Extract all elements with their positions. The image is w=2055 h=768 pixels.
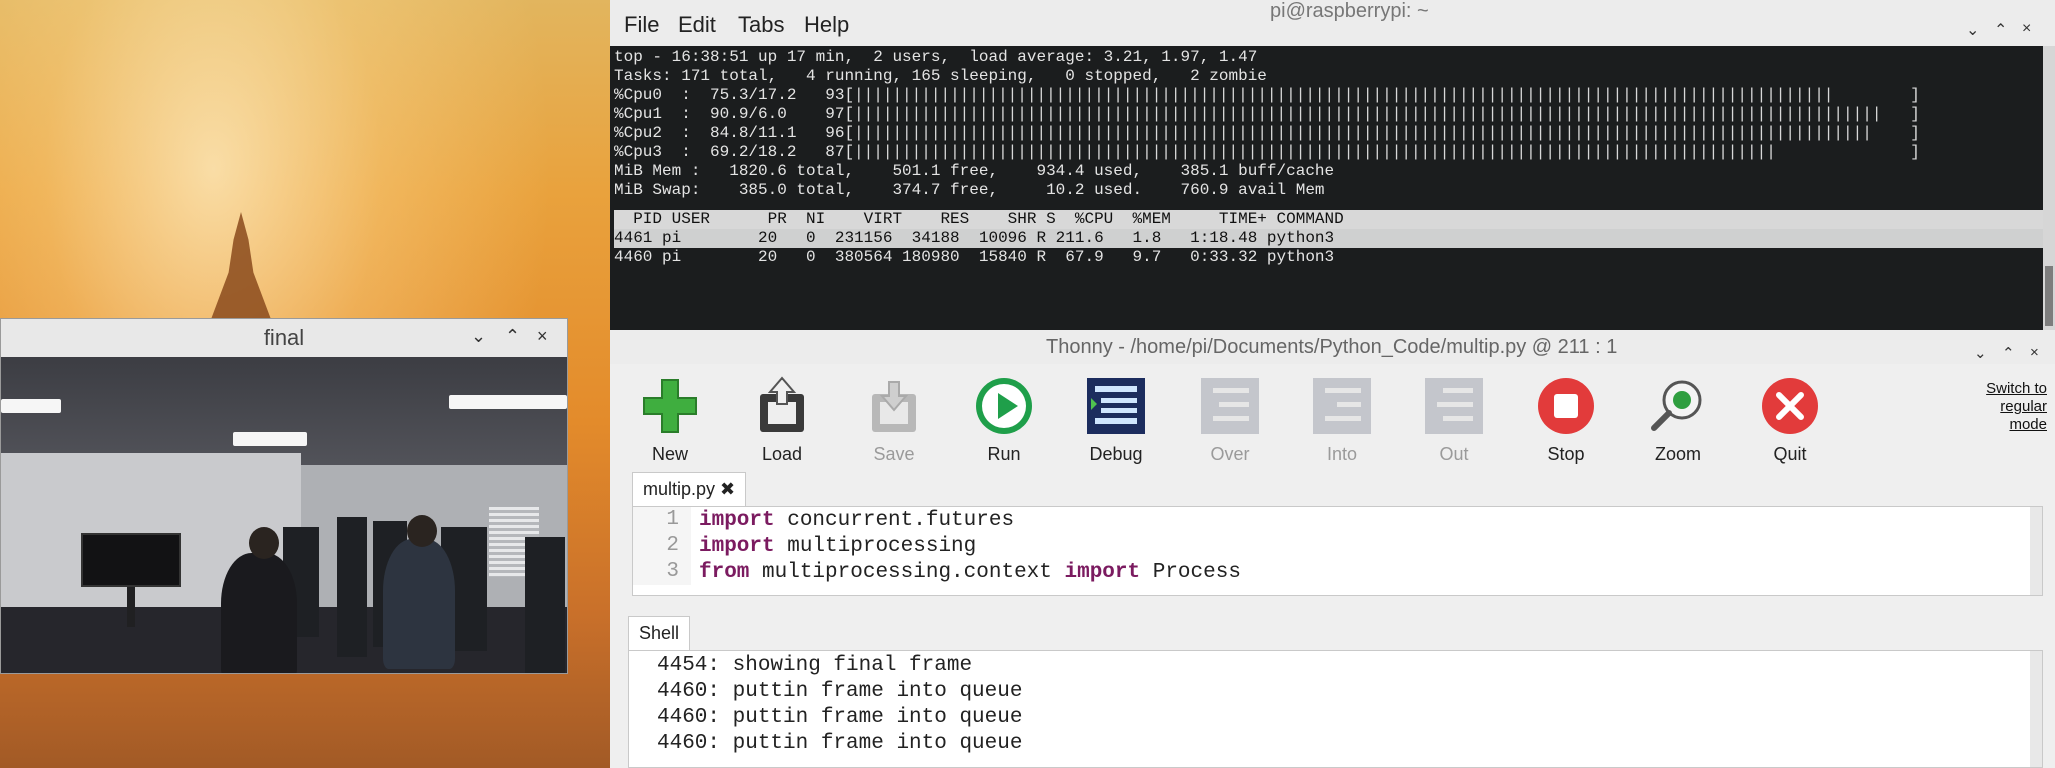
maximize-icon[interactable]: ⌃ xyxy=(1994,20,2007,40)
top-output: top - 16:38:51 up 17 min, 2 users, load … xyxy=(610,46,2055,330)
cabinet xyxy=(525,537,565,673)
minimize-icon[interactable]: ⌄ xyxy=(1966,20,1979,40)
minimize-icon[interactable]: ⌄ xyxy=(1974,344,1987,362)
final-window-title: final xyxy=(263,325,305,350)
cpu-bar: ||||||||||||||||||||||||||||||||||||||||… xyxy=(854,124,1920,142)
step-into-icon xyxy=(1310,374,1374,438)
close-icon[interactable]: × xyxy=(537,326,548,347)
new-button[interactable]: New xyxy=(626,374,714,465)
switch-mode-link[interactable]: Switch to regular mode xyxy=(1967,380,2047,434)
load-icon xyxy=(750,374,814,438)
cpu3-line: %Cpu3 : 69.2/18.2 87[|||||||||||||||||||… xyxy=(614,143,1920,161)
cpu-bar: ||||||||||||||||||||||||||||||||||||||||… xyxy=(854,143,1920,161)
process-row[interactable]: 4461 pi 20 0 231156 34188 10096 R 211.6 … xyxy=(614,229,2051,248)
shell-line: 4460: puttin frame into queue xyxy=(657,706,1023,729)
person xyxy=(221,553,297,673)
terminal-scrollbar[interactable] xyxy=(2043,46,2055,330)
final-window: final ⌄ ⌃ × xyxy=(0,318,568,674)
toolbar-label: Save xyxy=(873,444,915,464)
close-icon[interactable]: × xyxy=(2030,344,2039,361)
final-window-titlebar[interactable]: final ⌄ ⌃ × xyxy=(1,319,567,357)
stop-icon xyxy=(1534,374,1598,438)
toolbar-label: Quit xyxy=(1773,444,1807,464)
debug-icon xyxy=(1084,374,1148,438)
editor-tab-multip[interactable]: multip.py ✖ xyxy=(632,472,747,506)
close-icon[interactable]: × xyxy=(2022,20,2031,38)
shell-line: 4454: showing final frame xyxy=(657,654,973,677)
zoom-icon xyxy=(1646,374,1710,438)
cpu1-line: %Cpu1 : 90.9/6.0 97[||||||||||||||||||||… xyxy=(614,105,1920,123)
minimize-icon[interactable]: ⌄ xyxy=(471,326,486,347)
thonny-titlebar[interactable]: Thonny - /home/pi/Documents/Python_Code/… xyxy=(610,330,2055,364)
thonny-window: Thonny - /home/pi/Documents/Python_Code/… xyxy=(610,330,2055,768)
menu-file[interactable]: File xyxy=(624,12,659,38)
toolbar-label: New xyxy=(651,444,688,464)
toolbar-label: Into xyxy=(1326,444,1358,464)
toolbar-label: Run xyxy=(987,444,1021,464)
person xyxy=(383,539,455,669)
thonny-toolbar: New Load Save Run Debug Over Into Out Stop Zoom Qu… xyxy=(610,364,2055,464)
toolbar-label: Debug xyxy=(1089,444,1143,464)
load-button[interactable]: Load xyxy=(738,374,826,465)
shell-line: 4460: puttin frame into queue xyxy=(657,680,1023,703)
ceiling-light xyxy=(233,432,307,446)
step-out-icon xyxy=(1422,374,1486,438)
toolbar-label: Stop xyxy=(1547,444,1585,464)
run-button[interactable]: Run xyxy=(960,374,1048,465)
out-button[interactable]: Out xyxy=(1410,374,1498,465)
mem-line: MiB Mem : 1820.6 total, 501.1 free, 934.… xyxy=(614,162,1335,180)
terminal-window: File Edit Tabs Help pi@raspberrypi: ~ ⌄ … xyxy=(610,0,2055,330)
quit-icon xyxy=(1758,374,1822,438)
toolbar-label: Out xyxy=(1439,444,1469,464)
maximize-icon[interactable]: ⌃ xyxy=(505,326,520,347)
shell-scrollbar[interactable] xyxy=(2030,651,2042,767)
run-icon xyxy=(972,374,1036,438)
shell-line: 4460: puttin frame into queue xyxy=(657,732,1023,755)
code-line: 3 from multiprocessing.context import Pr… xyxy=(633,559,2042,585)
debug-button[interactable]: Debug xyxy=(1072,374,1160,465)
tasks-line: Tasks: 171 total, 4 running, 165 sleepin… xyxy=(614,67,1267,85)
swap-line: MiB Swap: 385.0 total, 374.7 free, 10.2 … xyxy=(614,181,1325,199)
ceiling-light xyxy=(1,399,61,413)
camera-frame xyxy=(1,357,567,673)
terminal-menubar: File Edit Tabs Help pi@raspberrypi: ~ ⌄ … xyxy=(610,0,2055,46)
cpu2-line: %Cpu2 : 84.8/11.1 96[|||||||||||||||||||… xyxy=(614,124,1920,142)
code-editor[interactable]: 1 import concurrent.futures 2 import mul… xyxy=(632,506,2043,596)
cabinet xyxy=(337,517,367,657)
over-button[interactable]: Over xyxy=(1186,374,1274,465)
menu-edit[interactable]: Edit xyxy=(678,12,716,38)
process-table-header: PID USER PR NI VIRT RES SHR S %CPU %MEM … xyxy=(614,210,2051,229)
toolbar-label: Load xyxy=(761,444,803,464)
menu-help[interactable]: Help xyxy=(804,12,849,38)
cpu-bar: ||||||||||||||||||||||||||||||||||||||||… xyxy=(854,105,1920,123)
zoom-button[interactable]: Zoom xyxy=(1634,374,1722,465)
editor-scrollbar[interactable] xyxy=(2030,507,2042,595)
process-row[interactable]: 4460 pi 20 0 380564 180980 15840 R 67.9 … xyxy=(614,248,2051,267)
save-button[interactable]: Save xyxy=(850,374,938,465)
new-icon xyxy=(638,374,702,438)
code-line: 1 import concurrent.futures xyxy=(633,507,2042,533)
into-button[interactable]: Into xyxy=(1298,374,1386,465)
top-summary-line: top - 16:38:51 up 17 min, 2 users, load … xyxy=(614,48,1258,66)
cpu0-line: %Cpu0 : 75.3/17.2 93[|||||||||||||||||||… xyxy=(614,86,1920,104)
toolbar-label: Over xyxy=(1210,444,1250,464)
stop-button[interactable]: Stop xyxy=(1522,374,1610,465)
menu-tabs[interactable]: Tabs xyxy=(738,12,784,38)
terminal-title: pi@raspberrypi: ~ xyxy=(1270,0,1429,22)
maximize-icon[interactable]: ⌃ xyxy=(2002,344,2015,362)
thonny-title: Thonny - /home/pi/Documents/Python_Code/… xyxy=(1046,336,1618,358)
tv-screen xyxy=(81,533,181,587)
shell-tab[interactable]: Shell xyxy=(628,616,691,650)
ceiling-light xyxy=(449,395,567,409)
code-line: 2 import multiprocessing xyxy=(633,533,2042,559)
shell-output[interactable]: 4454: showing final frame 4460: puttin f… xyxy=(628,650,2043,768)
quit-button[interactable]: Quit xyxy=(1746,374,1834,465)
step-over-icon xyxy=(1198,374,1262,438)
toolbar-label: Zoom xyxy=(1654,444,1701,464)
save-icon xyxy=(862,374,926,438)
cpu-bar: ||||||||||||||||||||||||||||||||||||||||… xyxy=(854,86,1920,104)
